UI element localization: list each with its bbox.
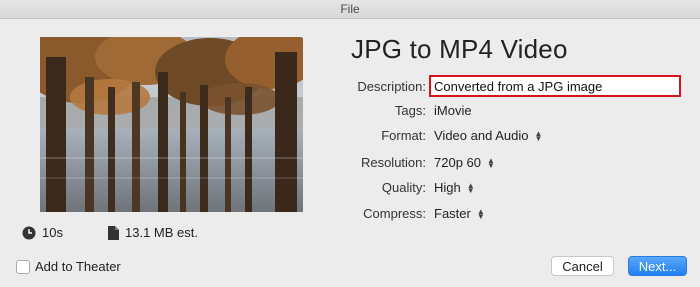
up-down-arrows-icon: ▲ ▼	[534, 128, 543, 143]
resolution-select[interactable]: 720p 60 ▲ ▼	[434, 155, 495, 170]
format-value: Video and Audio	[434, 128, 529, 143]
tags-value: iMovie	[434, 103, 472, 118]
compress-label: Compress:	[363, 206, 426, 221]
size-info: 13.1 MB est.	[108, 225, 198, 240]
duration-info: 10s	[22, 225, 63, 240]
resolution-label: Resolution:	[360, 155, 426, 170]
quality-value: High	[434, 180, 461, 195]
cancel-button[interactable]: Cancel	[551, 256, 614, 276]
video-thumbnail	[40, 37, 303, 212]
clock-icon	[22, 226, 36, 239]
add-to-theater-label[interactable]: Add to Theater	[35, 259, 121, 274]
next-button[interactable]: Next...	[628, 256, 687, 276]
compress-select[interactable]: Faster ▲ ▼	[434, 206, 485, 221]
duration-value: 10s	[42, 225, 63, 240]
quality-label: Quality:	[381, 180, 426, 195]
compress-value: Faster	[434, 206, 471, 221]
format-label: Format:	[381, 128, 426, 143]
description-field[interactable]: Converted from a JPG image	[434, 79, 602, 94]
up-down-arrows-icon: ▲ ▼	[487, 155, 495, 170]
description-label: Description:	[357, 79, 426, 94]
format-select[interactable]: Video and Audio ▲ ▼	[434, 128, 542, 143]
window-titlebar: File	[0, 0, 700, 19]
project-title: JPG to MP4 Video	[351, 34, 568, 64]
up-down-arrows-icon: ▲ ▼	[476, 206, 485, 221]
add-to-theater-checkbox[interactable]	[16, 260, 30, 274]
tags-field[interactable]: iMovie	[434, 103, 472, 118]
size-value: 13.1 MB est.	[125, 225, 198, 240]
document-icon	[108, 225, 119, 240]
window-title: File	[340, 2, 360, 16]
quality-select[interactable]: High ▲ ▼	[434, 180, 475, 195]
resolution-value: 720p 60	[434, 155, 481, 170]
up-down-arrows-icon: ▲ ▼	[466, 180, 475, 195]
tags-label: Tags:	[394, 103, 426, 118]
